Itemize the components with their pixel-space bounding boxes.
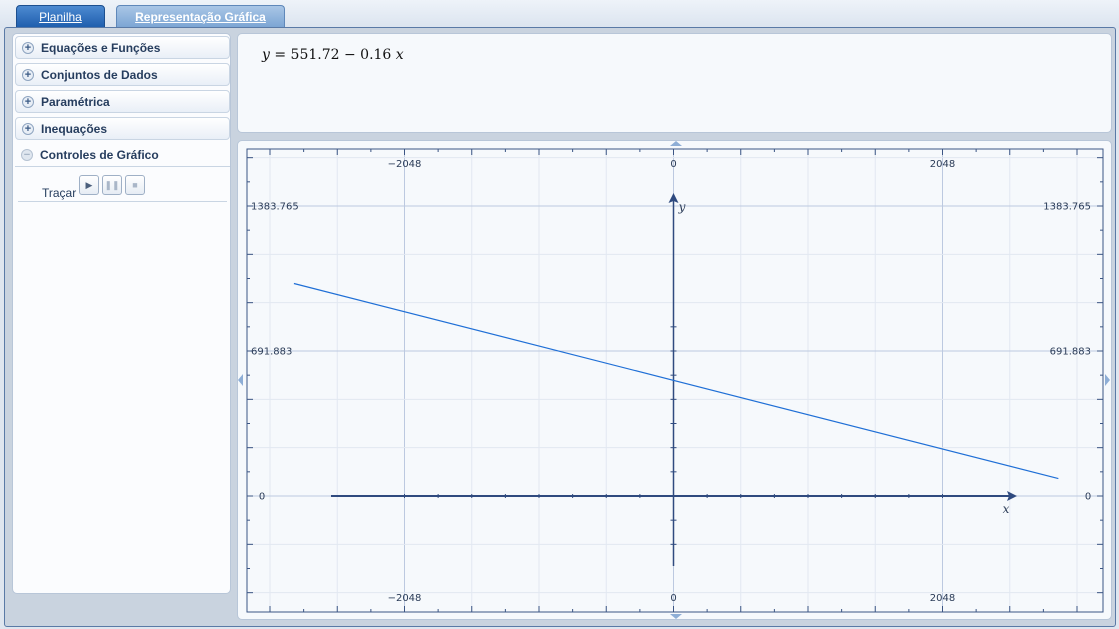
tick-labels: −2048 −2048 0 0 2048 2048 0 0 691.883 691.883 1383…	[251, 159, 1091, 604]
series-line	[293, 282, 1059, 480]
y-tick-label-left: 1383.765	[251, 202, 299, 213]
x-axis-label: x	[1003, 502, 1010, 516]
y-tick-label-right: 0	[1085, 492, 1091, 503]
series-layer	[293, 282, 1059, 480]
y-axis-label: y	[678, 200, 686, 214]
graph-plot[interactable]: −2048 −2048 0 0 2048 2048 0 0 691.883 691.883 1383…	[0, 0, 1119, 629]
x-tick-label-bottom: 2048	[930, 593, 955, 604]
x-tick-label-top: 0	[670, 159, 676, 170]
x-tick-label-top: 2048	[930, 159, 955, 170]
x-tick-label-bottom: −2048	[388, 593, 422, 604]
y-tick-label-right: 691.883	[1050, 346, 1091, 357]
y-tick-label-right: 1383.765	[1043, 202, 1091, 213]
x-tick-label-top: −2048	[388, 159, 422, 170]
y-tick-label-left: 691.883	[251, 346, 292, 357]
x-tick-label-bottom: 0	[670, 593, 676, 604]
y-tick-label-left: 0	[259, 492, 265, 503]
